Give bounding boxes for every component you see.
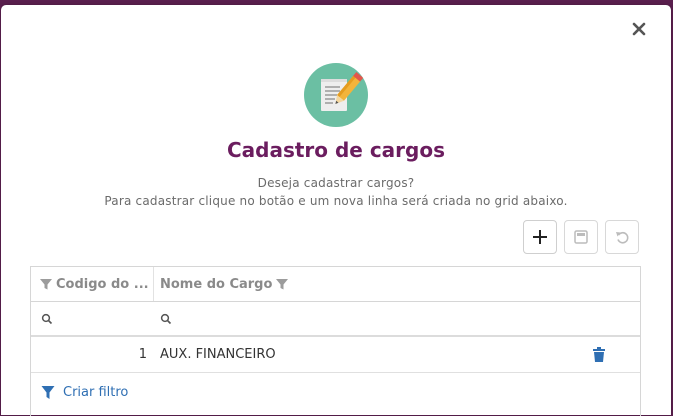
grid-header: Codigo do ... Nome do Cargo [31, 267, 640, 302]
close-button[interactable] [627, 17, 651, 41]
dialog-description-question: Deseja cadastrar cargos? [257, 176, 415, 190]
grid-filter-row [31, 302, 640, 337]
search-icon [160, 313, 172, 324]
create-filter-button[interactable]: Criar filtro [41, 381, 128, 403]
filter-input-nome[interactable] [160, 302, 630, 335]
cell-codigo[interactable]: 1 [31, 337, 147, 372]
cargos-grid: Codigo do ... Nome do Cargo 1 AUX. FINAN… [30, 266, 641, 416]
save-button[interactable] [564, 220, 598, 254]
save-icon [574, 230, 588, 244]
dialog-description-instructions: Para cadastrar clique no botão e um nova… [104, 194, 568, 208]
delete-row-button[interactable] [592, 347, 606, 363]
close-icon [632, 22, 646, 36]
trash-icon [593, 347, 605, 362]
filter-input-codigo[interactable] [41, 302, 151, 335]
create-filter-label: Criar filtro [63, 384, 129, 400]
dialog-title: Cadastro de cargos [226, 138, 446, 162]
column-label-codigo: Codigo do ... [56, 276, 149, 292]
column-header-codigo[interactable]: Codigo do ... [39, 267, 153, 301]
filter-icon[interactable] [39, 277, 53, 291]
undo-icon [616, 231, 629, 244]
undo-button[interactable] [605, 220, 639, 254]
column-header-nome[interactable]: Nome do Cargo [160, 267, 360, 301]
column-label-nome: Nome do Cargo [160, 276, 273, 292]
plus-icon [533, 230, 547, 244]
search-icon [41, 313, 53, 324]
modal-dialog: Cadastro de cargos Deseja cadastrar carg… [1, 5, 671, 416]
filter-icon[interactable] [275, 277, 289, 291]
document-pencil-icon [304, 63, 368, 127]
column-divider[interactable] [153, 267, 154, 301]
cell-nome[interactable]: AUX. FINANCEIRO [160, 337, 276, 372]
table-row[interactable]: 1 AUX. FINANCEIRO [31, 337, 640, 373]
add-row-button[interactable] [523, 220, 557, 254]
filter-icon [41, 385, 55, 399]
